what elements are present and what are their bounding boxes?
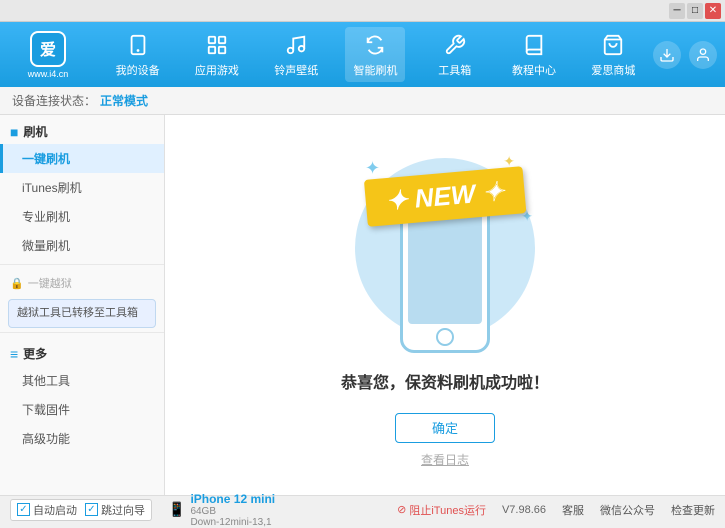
nav-item-smart-flash[interactable]: 智能刷机 (345, 27, 405, 82)
revisit-log-link[interactable]: 查看日志 (421, 451, 469, 468)
bottom-left: ✓ 自动启动 ✓ 跳过向导 📱 iPhone 12 mini 64GB Down… (10, 492, 397, 528)
sidebar-divider-1 (0, 264, 164, 265)
svg-text:爱: 爱 (40, 40, 56, 59)
success-text: 恭喜您，保资料刷机成功啦！ (341, 369, 549, 393)
sidebar-info-box: 越狱工具已转移至工具箱 (8, 299, 156, 328)
sparkle-1: ✦ (365, 158, 380, 179)
success-illustration: ✦ NEW ✦ ✦ ✦ ✦ (345, 143, 545, 353)
status-bar: 设备连接状态： 正常模式 (0, 87, 725, 115)
device-name: iPhone 12 mini (190, 492, 275, 506)
nav-label-shop: 爱思商城 (591, 62, 635, 78)
nav-item-app-game[interactable]: 应用游戏 (187, 27, 247, 82)
flash-section-icon: ■ (10, 124, 18, 140)
bottom-bar: ✓ 自动启动 ✓ 跳过向导 📱 iPhone 12 mini 64GB Down… (0, 495, 725, 523)
sidebar-section-flash: ■ 刷机 (0, 115, 164, 144)
sidebar-item-micro-flash[interactable]: 微量刷机 (0, 231, 164, 260)
logo-icon: 爱 (30, 31, 66, 67)
bottom-right: ⊘ 阻止iTunes运行 V7.98.66 客服 微信公众号 检查更新 (397, 502, 715, 518)
device-storage: 64GB (190, 506, 275, 517)
sidebar-item-advanced[interactable]: 高级功能 (0, 424, 164, 453)
status-label: 设备连接状态： (12, 92, 96, 109)
jailbreak-label: 一键越狱 (28, 275, 72, 291)
header: 爱 www.i4.cn 我的设备 (0, 22, 725, 87)
nav-item-tutorial[interactable]: 教程中心 (504, 27, 564, 82)
nav-items: 我的设备 应用游戏 铃声壁纸 (98, 27, 653, 82)
sidebar-item-itunes-flash[interactable]: iTunes刷机 (0, 173, 164, 202)
book-icon (520, 31, 548, 59)
customer-service-link[interactable]: 客服 (562, 502, 584, 518)
auto-start-label: 自动启动 (33, 502, 77, 518)
phone-icon (124, 31, 152, 59)
device-phone-icon: 📱 (168, 501, 185, 518)
info-box-text: 越狱工具已转移至工具箱 (17, 307, 138, 319)
title-bar: ─ □ ✕ (0, 0, 725, 22)
status-value: 正常模式 (100, 92, 148, 109)
device-model: Down-12mini-13,1 (190, 517, 275, 528)
version-text: V7.98.66 (502, 504, 546, 516)
nav-label-ringtone: 铃声壁纸 (274, 62, 318, 78)
sidebar-item-download-firmware[interactable]: 下载固件 (0, 395, 164, 424)
logo-url: www.i4.cn (28, 69, 69, 79)
nav-item-toolbox[interactable]: 工具箱 (425, 27, 485, 82)
nav-label-tutorial: 教程中心 (512, 62, 556, 78)
nav-label-app-game: 应用游戏 (195, 62, 239, 78)
sidebar-group-jailbreak: 🔒 一键越狱 (0, 269, 164, 295)
tools-icon (441, 31, 469, 59)
sidebar-section-more: ≡ 更多 (0, 337, 164, 366)
user-button[interactable] (689, 41, 717, 69)
skip-wizard-label: 跳过向导 (101, 502, 145, 518)
itunes-stop-icon: ⊘ (397, 503, 406, 516)
nav-item-my-device[interactable]: 我的设备 (108, 27, 168, 82)
check-update-link[interactable]: 检查更新 (671, 502, 715, 518)
nav-item-ringtone[interactable]: 铃声壁纸 (266, 27, 326, 82)
sidebar-item-one-key-flash[interactable]: 一键刷机 (0, 144, 164, 173)
auto-start-checkbox[interactable]: ✓ 自动启动 (17, 502, 77, 518)
sidebar-divider-2 (0, 332, 164, 333)
lock-icon: 🔒 (10, 277, 24, 290)
logo[interactable]: 爱 www.i4.cn (8, 31, 88, 79)
download-button[interactable] (653, 41, 681, 69)
wechat-link[interactable]: 微信公众号 (600, 502, 655, 518)
sidebar-item-other-tools[interactable]: 其他工具 (0, 366, 164, 395)
grid-icon (203, 31, 231, 59)
close-button[interactable]: ✕ (705, 3, 721, 19)
shop-icon (599, 31, 627, 59)
nav-label-toolbox: 工具箱 (438, 62, 471, 78)
main-content: ■ 刷机 一键刷机 iTunes刷机 专业刷机 微量刷机 🔒 一键越狱 越狱工具… (0, 115, 725, 495)
itunes-status: ⊘ 阻止iTunes运行 (397, 502, 486, 518)
sidebar-item-pro-flash[interactable]: 专业刷机 (0, 202, 164, 231)
nav-label-my-device: 我的设备 (116, 62, 160, 78)
minimize-button[interactable]: ─ (669, 3, 685, 19)
nav-item-shop[interactable]: 爱思商城 (583, 27, 643, 82)
auto-start-check-icon: ✓ (17, 503, 30, 516)
itunes-status-text: 阻止iTunes运行 (409, 502, 486, 518)
nav-label-smart-flash: 智能刷机 (353, 62, 397, 78)
nav-right (653, 41, 717, 69)
refresh-icon (361, 31, 389, 59)
content-area: ✦ NEW ✦ ✦ ✦ ✦ 恭喜您，保资料刷机成功啦！ 确定 查看日志 (165, 115, 725, 495)
music-icon (282, 31, 310, 59)
skip-wizard-checkbox[interactable]: ✓ 跳过向导 (85, 502, 145, 518)
more-section-title: 更多 (23, 345, 47, 362)
more-section-icon: ≡ (10, 346, 18, 362)
sidebar: ■ 刷机 一键刷机 iTunes刷机 专业刷机 微量刷机 🔒 一键越狱 越狱工具… (0, 115, 165, 495)
maximize-button[interactable]: □ (687, 3, 703, 19)
flash-section-title: 刷机 (23, 123, 47, 140)
skip-wizard-check-icon: ✓ (85, 503, 98, 516)
confirm-button[interactable]: 确定 (395, 413, 495, 443)
